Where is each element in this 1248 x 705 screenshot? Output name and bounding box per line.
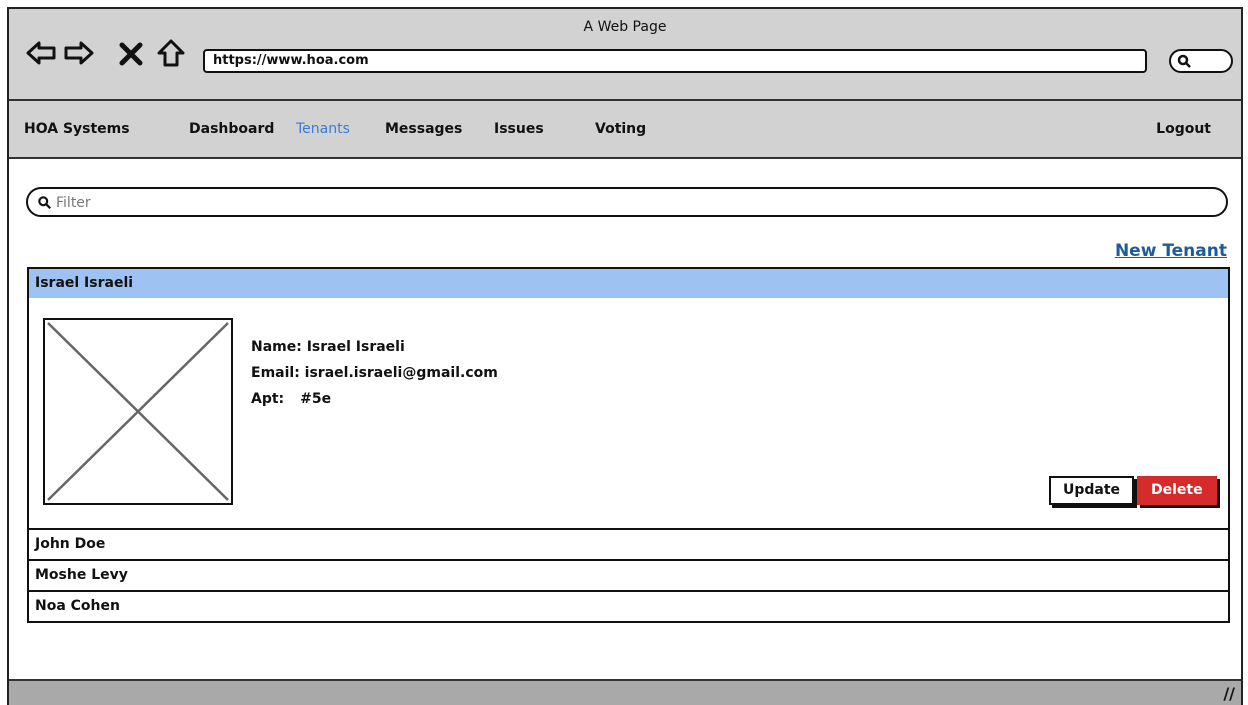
browser-window: A Web Page https://www.hoa.com HOA Syste…: [7, 7, 1243, 705]
nav-tenants[interactable]: Tenants: [296, 121, 350, 137]
home-icon[interactable]: [155, 37, 187, 69]
tenant-detail-panel: Name: Israel Israeli Email: israel.israe…: [27, 298, 1230, 530]
top-nav: HOA Systems Dashboard Tenants Messages I…: [9, 101, 1241, 159]
tenant-row-moshe-levy[interactable]: Moshe Levy: [27, 559, 1230, 592]
tenant-list: Israel Israeli Name: Israel Israeli Emai…: [27, 267, 1230, 623]
nav-voting[interactable]: Voting: [595, 121, 646, 137]
stop-x-icon[interactable]: [119, 37, 143, 69]
update-button[interactable]: Update: [1049, 476, 1135, 505]
logout-link[interactable]: Logout: [1156, 121, 1211, 137]
apt-label: Apt:: [251, 391, 285, 407]
filter-box[interactable]: [26, 187, 1228, 217]
new-tenant-link[interactable]: New Tenant: [1115, 241, 1227, 261]
window-title: A Web Page: [583, 19, 667, 35]
url-bar[interactable]: https://www.hoa.com: [203, 49, 1147, 73]
tenant-details: Name: Israel Israeli Email: israel.israe…: [251, 334, 498, 412]
back-arrow-icon[interactable]: [25, 37, 57, 69]
apt-value: #5e: [300, 391, 332, 407]
resize-grip-icon[interactable]: //: [1223, 684, 1235, 703]
tenant-email-line: Email: israel.israeli@gmail.com: [251, 365, 498, 381]
tenant-row-noa-cohen[interactable]: Noa Cohen: [27, 590, 1230, 623]
nav-dashboard[interactable]: Dashboard: [189, 121, 274, 137]
tenant-row-john-doe[interactable]: John Doe: [27, 528, 1230, 561]
tenant-apt-line: Apt: #5e: [251, 386, 498, 412]
tenant-name-line: Name: Israel Israeli: [251, 339, 405, 355]
browser-status-bar: //: [9, 679, 1241, 705]
search-icon: [38, 196, 52, 210]
browser-chrome: A Web Page https://www.hoa.com: [9, 9, 1241, 101]
nav-issues[interactable]: Issues: [494, 121, 544, 137]
forward-arrow-icon[interactable]: [63, 37, 95, 69]
search-icon: [1177, 54, 1191, 68]
browser-search-button[interactable]: [1169, 49, 1233, 73]
filter-input[interactable]: [54, 192, 1208, 214]
delete-button[interactable]: Delete: [1137, 476, 1217, 505]
tenant-photo-placeholder: [43, 318, 233, 505]
brand-name: HOA Systems: [24, 121, 130, 137]
tenant-row-israel-israeli[interactable]: Israel Israeli: [27, 267, 1230, 300]
nav-messages[interactable]: Messages: [385, 121, 462, 137]
